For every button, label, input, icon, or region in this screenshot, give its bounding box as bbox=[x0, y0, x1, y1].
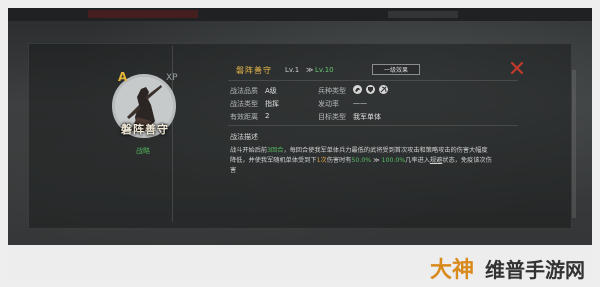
portrait-skill-name: 磐阵善守 bbox=[121, 123, 169, 136]
rank-badge: A bbox=[118, 70, 128, 84]
quality-value: A级 bbox=[265, 87, 277, 95]
watermark-text: 维普手游网 bbox=[485, 258, 585, 282]
quality-label: 战法品质 bbox=[230, 87, 258, 95]
header-divider bbox=[228, 80, 518, 81]
desc-times: 1次 bbox=[316, 157, 327, 164]
scrollbar[interactable] bbox=[572, 70, 576, 218]
current-level: Lv.1 bbox=[285, 66, 300, 74]
trigger-rate-label: 发动率 bbox=[318, 100, 339, 108]
strategy-link[interactable]: 战略 bbox=[136, 146, 150, 156]
top-bar bbox=[8, 8, 592, 21]
target-type-label: 目标类型 bbox=[318, 113, 346, 121]
bow-icon bbox=[379, 85, 388, 94]
level-effect-button[interactable]: 一级效果 bbox=[372, 64, 420, 75]
type-value: 指挥 bbox=[265, 100, 279, 108]
attributes-divider bbox=[228, 125, 518, 126]
cavalry-icon bbox=[353, 85, 362, 94]
close-icon bbox=[510, 61, 524, 75]
description-heading: 战法描述 bbox=[230, 133, 258, 141]
desc-part-1: 战斗开始后前 bbox=[230, 147, 268, 154]
level-arrow: ≫ bbox=[306, 66, 314, 74]
skill-title: 磐阵善守 bbox=[236, 66, 272, 75]
skill-portrait: A XP bbox=[98, 66, 188, 156]
troop-type-label: 兵种类型 bbox=[318, 87, 346, 95]
desc-rounds: 3回合 bbox=[267, 147, 284, 154]
desc-part-3: 伤害时有 bbox=[326, 157, 352, 164]
watermark-logo: 大神 bbox=[430, 257, 475, 283]
range-label: 有效距离 bbox=[230, 113, 258, 121]
type-label: 战法类型 bbox=[230, 100, 258, 108]
top-bar-decoration bbox=[88, 10, 198, 18]
range-value: 2 bbox=[265, 112, 270, 120]
level-effect-button-label: 一级效果 bbox=[383, 67, 408, 74]
close-button[interactable] bbox=[510, 60, 524, 75]
evade-status-link[interactable]: 规避 bbox=[430, 157, 442, 164]
top-bar-decoration-2 bbox=[388, 11, 458, 18]
trigger-rate-value: —— bbox=[353, 99, 367, 107]
desc-part-4: 几率进入 bbox=[405, 157, 430, 164]
max-level: Lv.10 bbox=[315, 66, 334, 74]
shield-icon bbox=[366, 85, 375, 94]
target-type-value: 我军单体 bbox=[353, 113, 381, 121]
desc-rate-base: 50.0% bbox=[351, 157, 372, 164]
skill-description: 战斗开始后前3回合，每回合使我军单体兵力最低的武将受到首次攻击和策略攻击的伤害大… bbox=[230, 146, 492, 176]
xp-label: XP bbox=[166, 73, 178, 83]
desc-rate-arrow: ≫ bbox=[371, 157, 382, 164]
desc-rate-max: 100.0% bbox=[381, 157, 406, 164]
